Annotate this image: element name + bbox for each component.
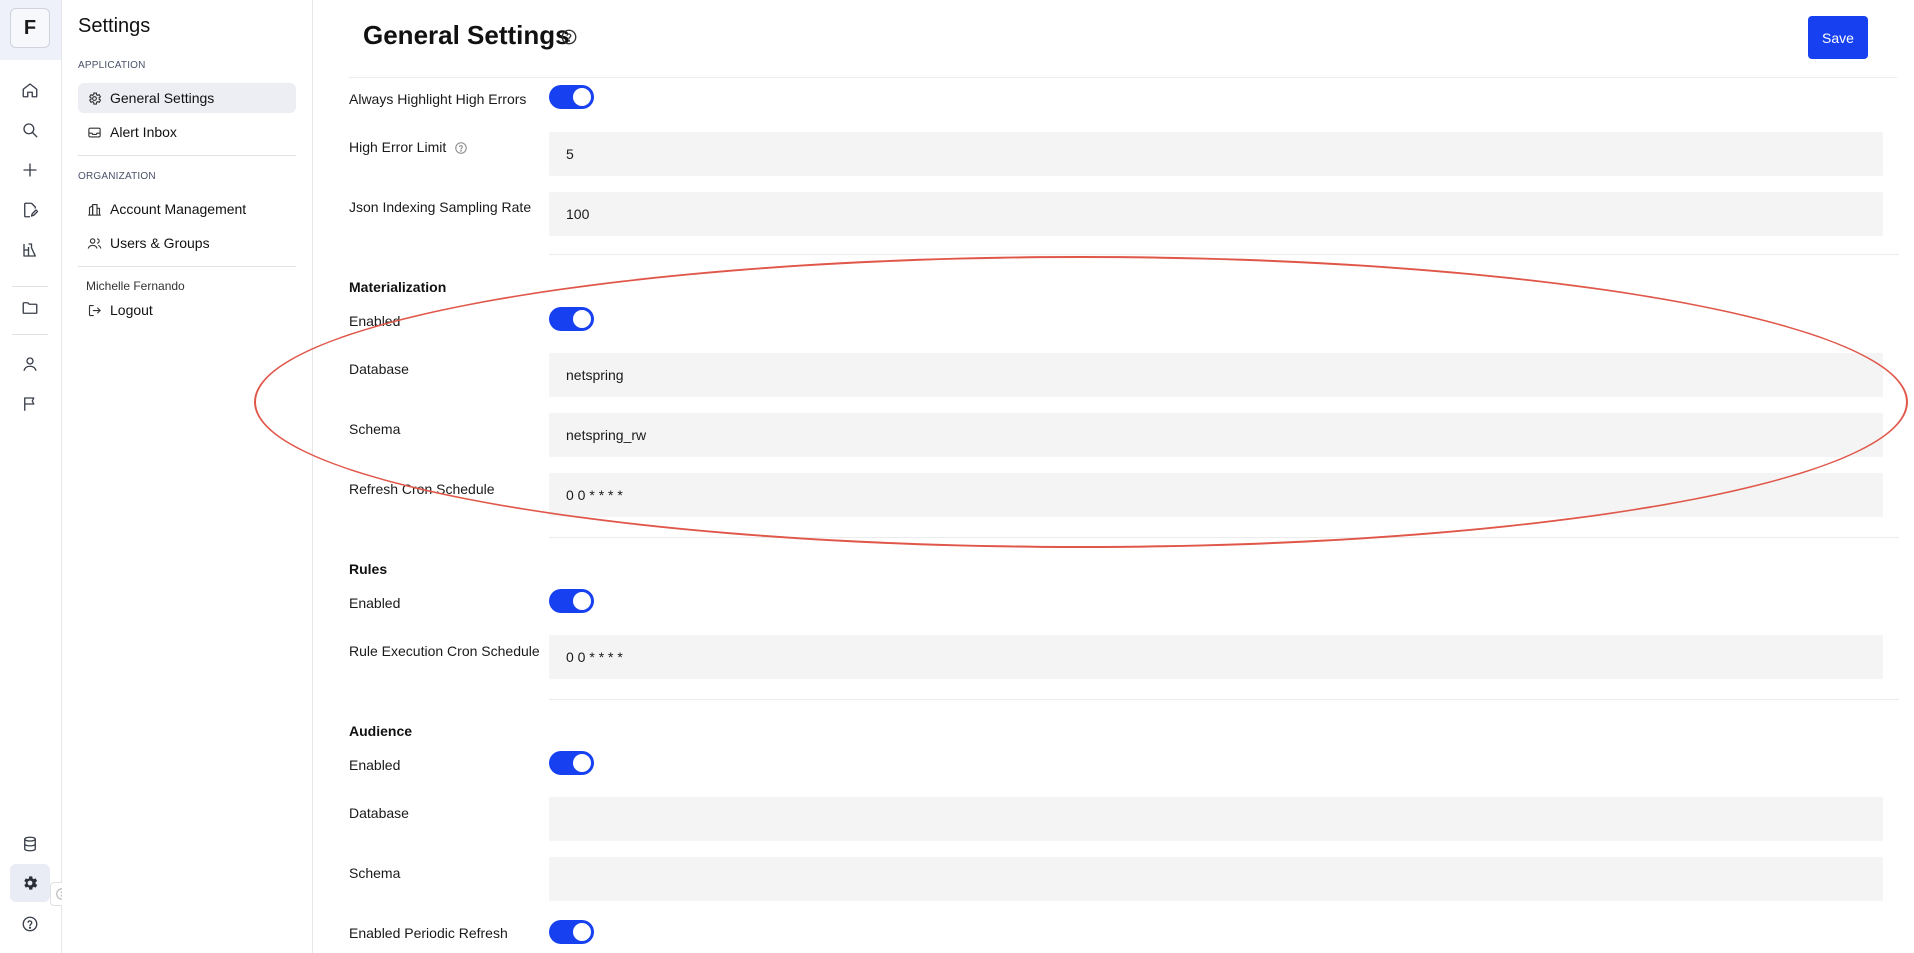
periodic-refresh-toggle[interactable] <box>549 920 594 944</box>
users-icon <box>86 235 102 251</box>
section-divider <box>549 254 1899 255</box>
materialization-enabled-label: Enabled <box>349 313 401 329</box>
sidebar-divider <box>78 266 296 267</box>
section-divider <box>549 699 1899 700</box>
sidebar-item-alert-inbox[interactable]: Alert Inbox <box>78 117 296 147</box>
refresh-cron-label: Refresh Cron Schedule <box>349 481 495 497</box>
materialization-schema-label: Schema <box>349 421 401 437</box>
section-label-organization: ORGANIZATION <box>78 171 156 182</box>
user-icon[interactable] <box>16 350 44 378</box>
home-icon[interactable] <box>16 76 44 104</box>
always-highlight-label: Always Highlight High Errors <box>349 91 527 107</box>
rules-enabled-toggle[interactable] <box>549 589 594 613</box>
sidebar-item-label: Users & Groups <box>110 235 210 251</box>
search-icon[interactable] <box>16 116 44 144</box>
rule-execution-cron-label: Rule Execution Cron Schedule <box>349 643 540 659</box>
section-label-application: APPLICATION <box>78 60 146 71</box>
materialization-database-input[interactable]: netspring <box>549 353 1883 397</box>
periodic-refresh-label: Enabled Periodic Refresh <box>349 925 508 941</box>
toggle-knob <box>573 88 591 106</box>
audience-enabled-toggle[interactable] <box>549 751 594 775</box>
help-icon[interactable] <box>16 910 44 938</box>
rail-divider <box>12 286 48 287</box>
materialization-enabled-toggle[interactable] <box>549 307 594 331</box>
toggle-knob <box>573 592 591 610</box>
audience-database-label: Database <box>349 805 409 821</box>
toggle-knob <box>573 754 591 772</box>
page-title: General Settings <box>363 20 570 50</box>
section-divider <box>549 537 1899 538</box>
audience-database-input[interactable] <box>549 797 1883 841</box>
flask-icon[interactable] <box>16 236 44 264</box>
save-button[interactable]: Save <box>1808 16 1868 59</box>
high-error-limit-input[interactable]: 5 <box>549 132 1883 176</box>
folder-icon[interactable] <box>16 294 44 322</box>
logout-icon <box>86 302 102 318</box>
sidebar-item-label: Account Management <box>110 201 247 217</box>
app-logo[interactable]: F <box>10 8 50 48</box>
audience-schema-input[interactable] <box>549 857 1883 901</box>
sidebar-item-account-management[interactable]: Account Management <box>78 194 296 224</box>
gear-icon[interactable] <box>10 864 50 902</box>
high-error-limit-text: High Error Limit <box>349 139 447 155</box>
logout-label: Logout <box>110 302 153 318</box>
flag-icon[interactable] <box>16 390 44 418</box>
sidebar-item-label: General Settings <box>110 90 215 106</box>
sidebar-title: Settings <box>78 15 151 37</box>
json-indexing-input[interactable]: 100 <box>549 192 1883 236</box>
sidebar-item-users-groups[interactable]: Users & Groups <box>78 228 296 258</box>
rules-heading: Rules <box>349 561 388 577</box>
refresh-cron-input[interactable]: 0 0 * * * * <box>549 473 1883 517</box>
building-icon <box>86 201 102 217</box>
logout-button[interactable]: Logout <box>78 295 296 325</box>
audience-schema-label: Schema <box>349 865 401 881</box>
plus-icon[interactable] <box>16 156 44 184</box>
settings-sidebar: Settings APPLICATION General Settings Al… <box>62 0 313 953</box>
always-highlight-toggle[interactable] <box>549 85 594 109</box>
database-icon[interactable] <box>16 830 44 858</box>
main-content: General Settings Save Always Highlight H… <box>314 0 1914 953</box>
sidebar-item-label: Alert Inbox <box>110 124 177 140</box>
help-circle-icon[interactable] <box>560 28 578 46</box>
toggle-knob <box>573 923 591 941</box>
json-indexing-label: Json Indexing Sampling Rate <box>349 199 532 215</box>
materialization-schema-input[interactable]: netspring_rw <box>549 413 1883 457</box>
gear-icon <box>86 90 102 106</box>
audience-heading: Audience <box>349 723 413 739</box>
icon-rail: F <box>0 0 62 953</box>
audience-enabled-label: Enabled <box>349 757 401 773</box>
edit-document-icon[interactable] <box>16 196 44 224</box>
high-error-limit-label: High Error Limit <box>349 139 468 155</box>
inbox-icon <box>86 124 102 140</box>
rules-enabled-label: Enabled <box>349 595 401 611</box>
sidebar-item-general-settings[interactable]: General Settings <box>78 83 296 113</box>
rail-divider <box>12 334 48 335</box>
sidebar-divider <box>78 155 296 156</box>
user-name: Michelle Fernando <box>86 279 185 293</box>
rule-execution-cron-input[interactable]: 0 0 * * * * <box>549 635 1883 679</box>
toggle-knob <box>573 310 591 328</box>
help-circle-icon[interactable] <box>454 141 468 155</box>
materialization-heading: Materialization <box>349 279 447 295</box>
header-divider <box>349 77 1897 78</box>
materialization-database-label: Database <box>349 361 409 377</box>
